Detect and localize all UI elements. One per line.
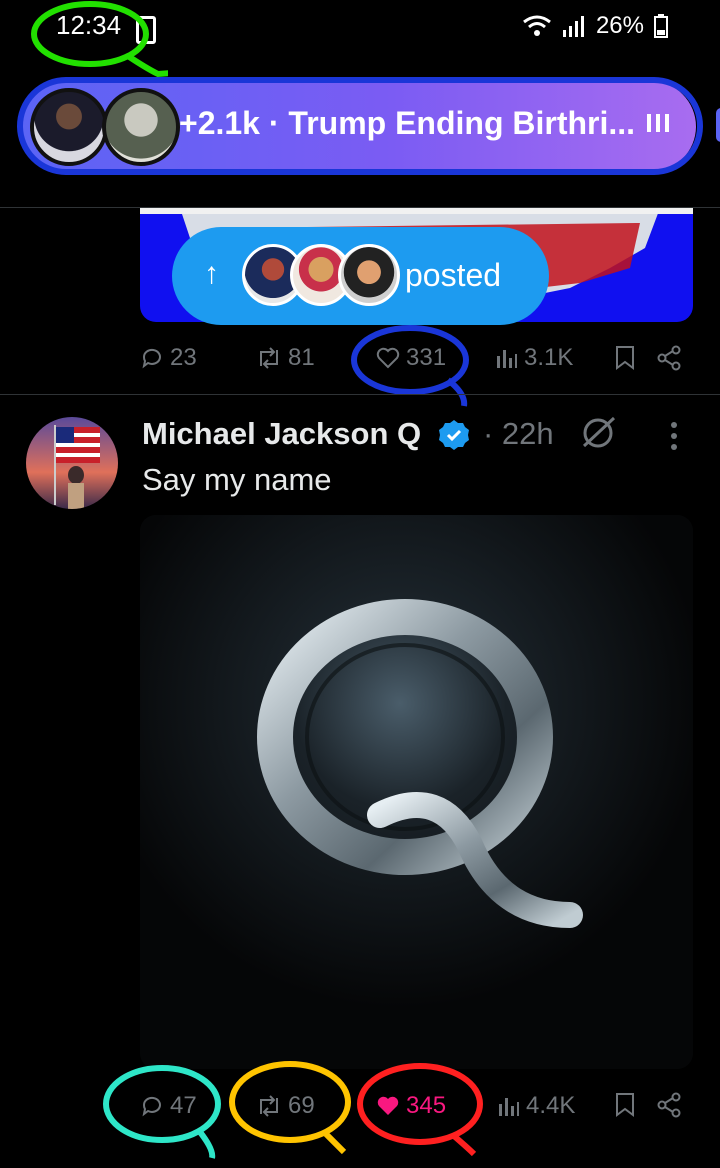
repost-icon	[260, 1095, 278, 1117]
poster-avatar	[338, 244, 400, 306]
like-icon	[376, 347, 400, 369]
reply-button[interactable]: 23	[140, 344, 197, 372]
reply-count: 23	[170, 344, 197, 371]
space-speaker-avatar	[102, 88, 180, 166]
divider	[0, 394, 720, 395]
like-button[interactable]: 331	[376, 344, 446, 372]
views-button[interactable]: 4.4K	[498, 1092, 575, 1120]
views-icon	[497, 350, 517, 368]
reply-count: 47	[170, 1092, 197, 1119]
status-indicators: 26%	[522, 12, 668, 40]
notification-icon	[136, 16, 156, 44]
tweet-timestamp[interactable]: · 22h	[483, 416, 554, 452]
repost-button[interactable]: 81	[256, 344, 315, 372]
like-icon	[377, 1096, 399, 1115]
reply-icon	[142, 1096, 161, 1117]
repost-icon	[260, 347, 278, 369]
verified-icon	[439, 420, 469, 450]
more-icon[interactable]	[668, 420, 680, 452]
tweet-media-image[interactable]	[140, 515, 693, 1069]
arrow-up-icon: ↑	[204, 257, 219, 290]
battery-percent: 26%	[595, 12, 644, 39]
new-posts-button[interactable]: ↑ posted	[172, 227, 549, 325]
views-icon	[499, 1098, 519, 1116]
like-button[interactable]: 345	[376, 1092, 446, 1120]
signal-icon	[562, 16, 584, 37]
like-count: 345	[406, 1092, 447, 1119]
repost-count: 81	[288, 344, 315, 371]
space-title: +2.1k · Trump Ending Birthri...	[179, 105, 636, 141]
tweet-text: Say my name	[142, 462, 332, 497]
posted-label: posted	[405, 257, 502, 293]
repost-button[interactable]: 69	[256, 1092, 315, 1120]
author-avatar[interactable]	[26, 417, 118, 509]
next-space-edge[interactable]	[716, 108, 720, 142]
reply-button[interactable]: 47	[140, 1092, 197, 1120]
views-count: 3.1K	[524, 344, 574, 371]
live-space-banner[interactable]: +2.1k · Trump Ending Birthri...	[22, 81, 696, 172]
like-count: 331	[406, 344, 447, 371]
status-time: 12:34	[56, 10, 122, 40]
bookmark-icon[interactable]	[614, 1092, 636, 1118]
reply-icon	[142, 348, 161, 369]
battery-icon	[654, 14, 668, 38]
views-count: 4.4K	[526, 1092, 576, 1119]
bookmark-icon[interactable]	[614, 345, 636, 371]
share-icon[interactable]	[656, 345, 682, 371]
repost-count: 69	[288, 1092, 315, 1119]
space-host-avatar	[30, 88, 108, 166]
share-icon[interactable]	[656, 1092, 682, 1118]
author-name[interactable]: Michael Jackson Q	[142, 416, 421, 452]
audio-bars-icon	[646, 109, 670, 142]
views-button[interactable]: 3.1K	[496, 344, 573, 372]
wifi-icon	[523, 15, 551, 36]
grok-icon[interactable]	[578, 414, 618, 450]
